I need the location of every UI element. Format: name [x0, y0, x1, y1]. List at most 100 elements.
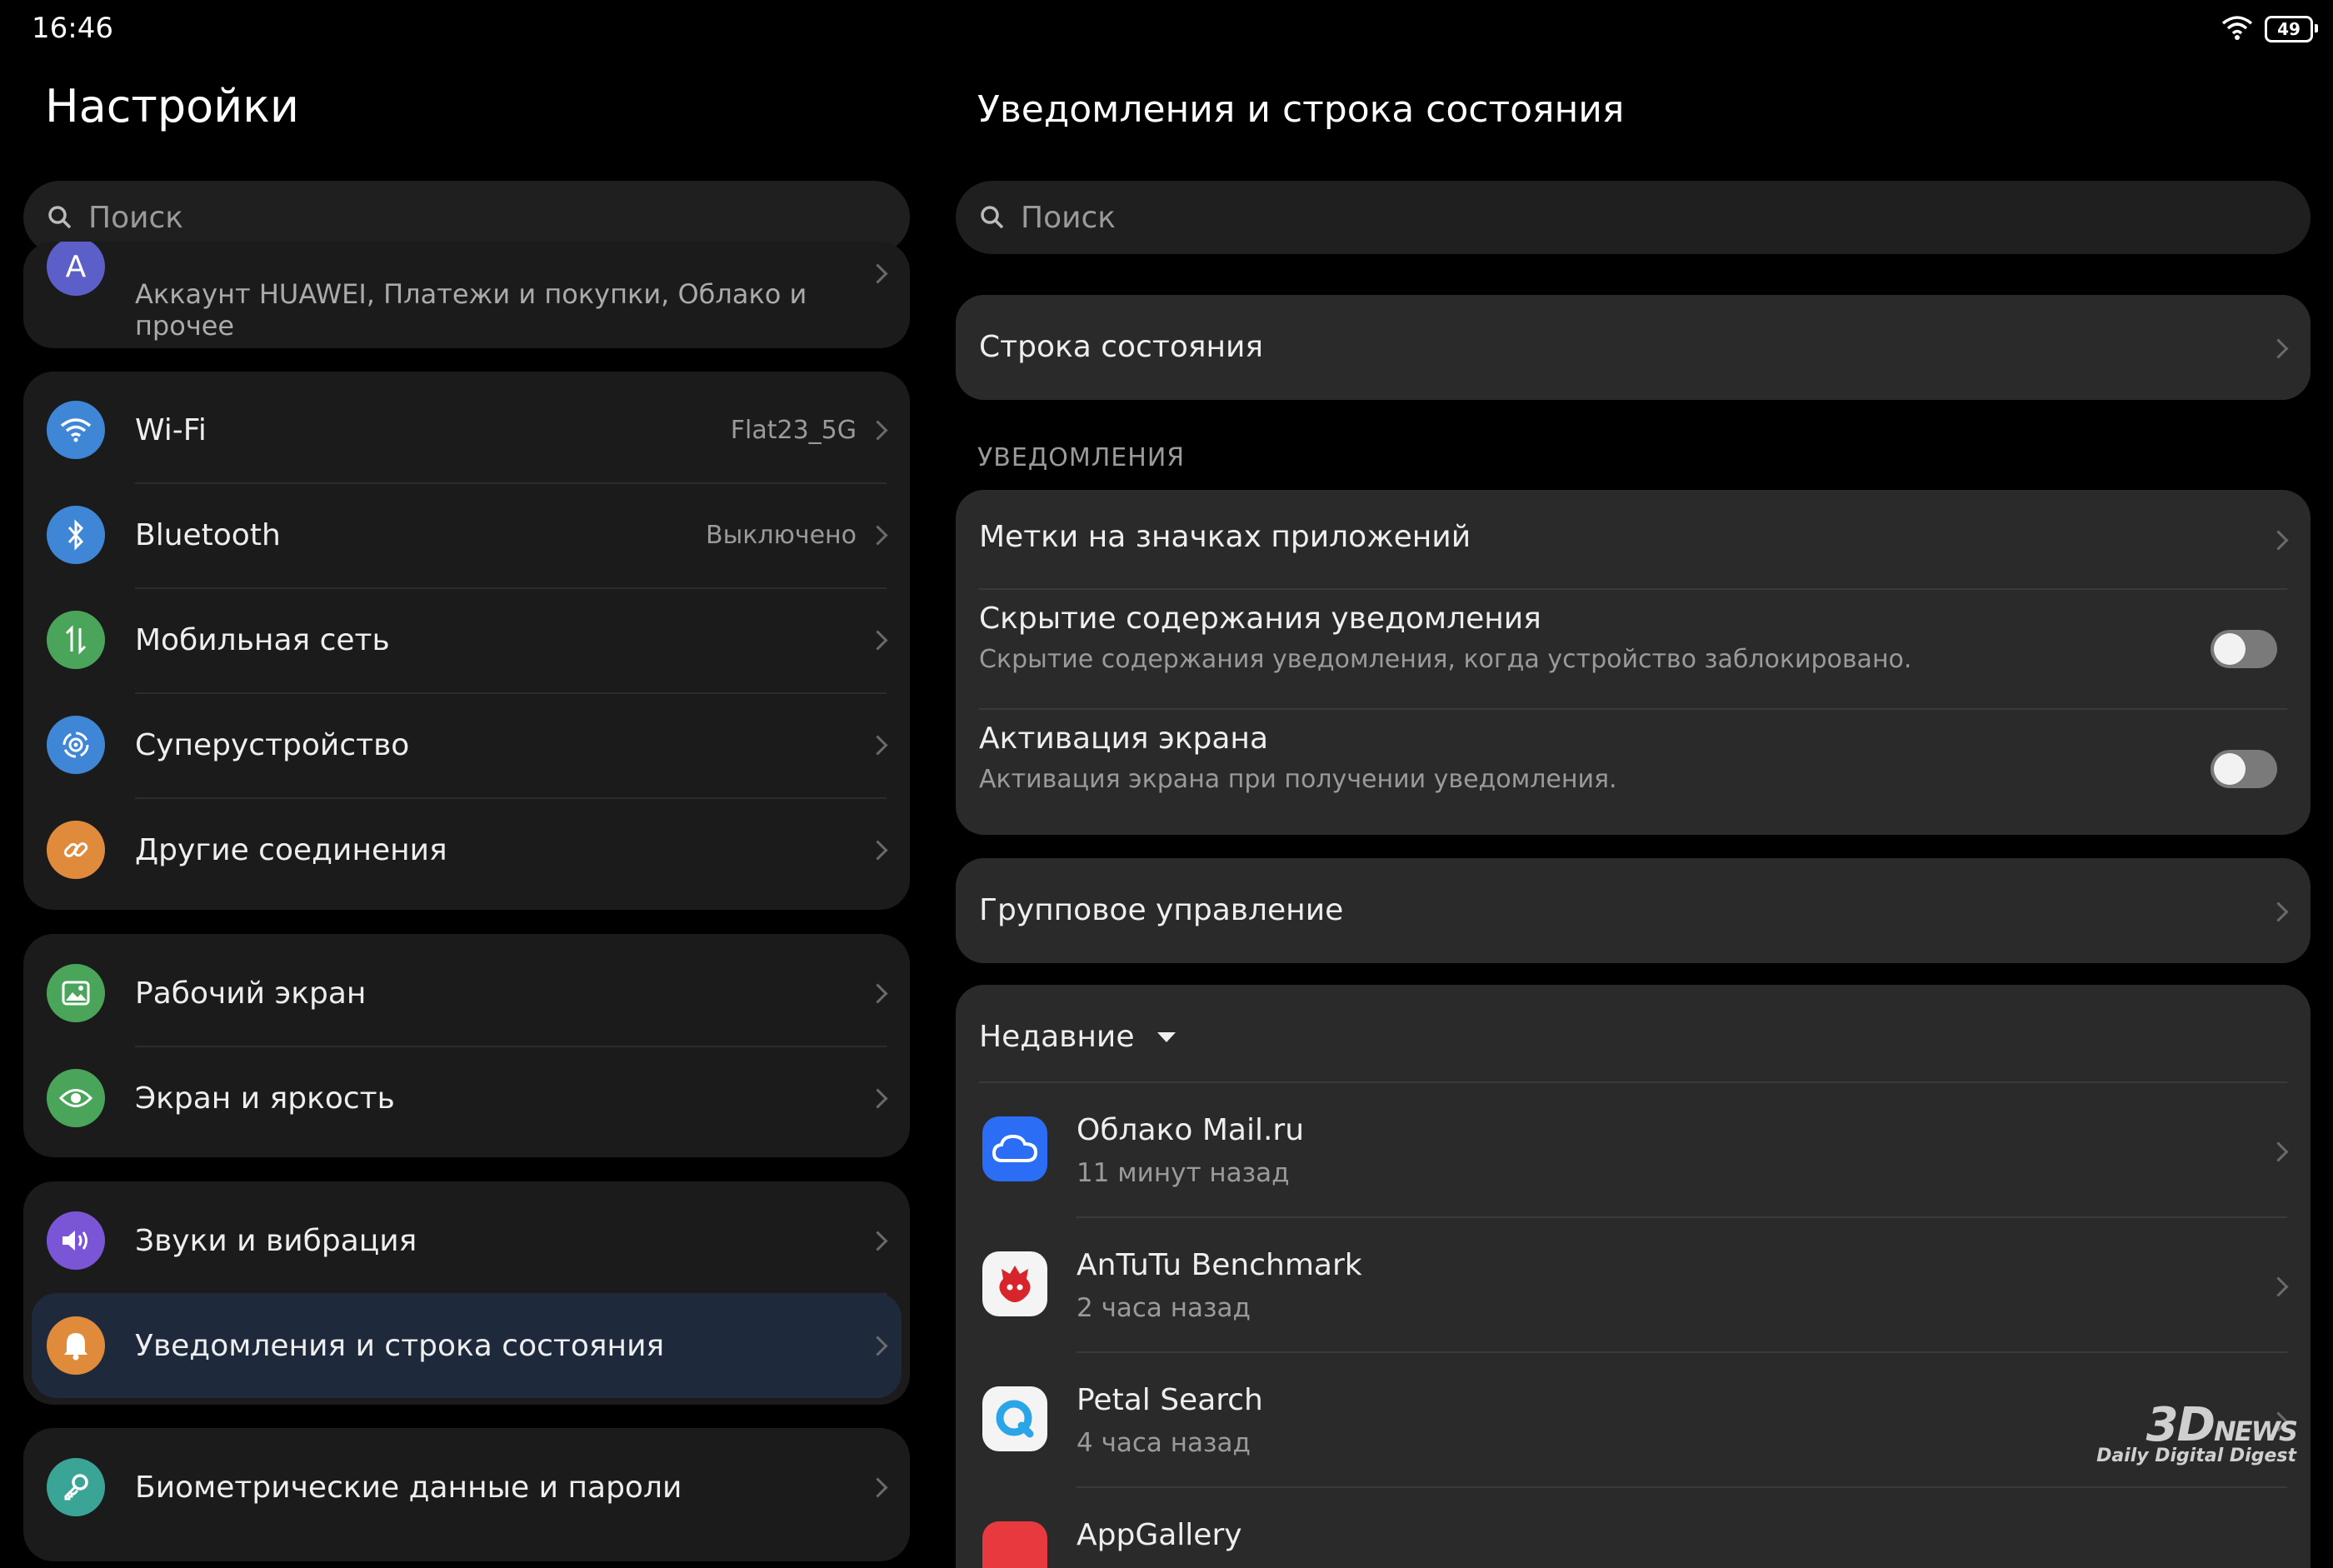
app-time: 2 часа назад — [1077, 1293, 1251, 1323]
search-placeholder: Поиск — [88, 200, 184, 235]
sidebar-item-mobile-network[interactable]: Мобильная сеть — [23, 587, 910, 692]
chevron-right-icon — [867, 629, 888, 651]
battery-level: 49 — [2277, 19, 2301, 39]
wake-screen-row: Активация экрана Активация экрана при по… — [956, 710, 2311, 833]
recent-app-row[interactable]: AnTuTu Benchmark 2 часа назад — [956, 1218, 2311, 1351]
recent-filter-label: Недавние — [979, 1020, 1135, 1054]
search-placeholder: Поиск — [1021, 200, 1117, 235]
sidebar-item-label: Суперустройство — [135, 727, 410, 762]
wifi-icon — [47, 401, 105, 459]
recent-apps-card: Недавние Облако Mail.ru 11 минут назад A… — [956, 985, 2311, 1568]
app-name: Облако Mail.ru — [1077, 1113, 1305, 1147]
account-avatar: A — [47, 242, 105, 296]
battery-icon: 49 — [2265, 16, 2318, 42]
status-icons: 49 — [2221, 15, 2318, 43]
sidebar-item-sounds[interactable]: Звуки и вибрация — [23, 1188, 910, 1293]
status-bar-label: Строка состояния — [979, 330, 1264, 364]
sidebar-item-label: Мобильная сеть — [135, 622, 390, 657]
watermark-tagline: Daily Digital Digest — [2096, 1446, 2296, 1466]
chevron-right-icon — [2268, 1276, 2289, 1297]
sidebar-item-display-brightness[interactable]: Экран и яркость — [23, 1046, 910, 1151]
sidebar-item-label: Рабочий экран — [135, 976, 367, 1011]
status-clock: 16:46 — [32, 12, 113, 45]
sidebar-item-label: Другие соединения — [135, 832, 447, 867]
wake-screen-toggle[interactable] — [2211, 750, 2277, 788]
sidebar-item-superdevice[interactable]: Суперустройство — [23, 692, 910, 797]
sidebar-item-home-screen[interactable]: Рабочий экран — [23, 941, 910, 1046]
chevron-right-icon — [2268, 338, 2289, 359]
caret-down-icon — [1157, 1031, 1176, 1042]
app-name: Petal Search — [1077, 1383, 1263, 1417]
sidebar-item-notifications[interactable]: Уведомления и строка состояния — [32, 1293, 902, 1398]
app-time: 4 часа назад — [1077, 1428, 1251, 1458]
sidebar-item-label: Звуки и вибрация — [135, 1223, 417, 1258]
petal-search-icon — [982, 1386, 1047, 1451]
watermark-brand: 3D — [2146, 1398, 2216, 1452]
chevron-right-icon — [867, 839, 888, 861]
account-card[interactable]: A Аккаунт HUAWEI, Платежи и покупки, Обл… — [23, 242, 910, 348]
superdevice-icon — [47, 716, 105, 774]
wifi-network-value: Flat23_5G — [730, 415, 857, 445]
sound-notifications-group: Звуки и вибрация Уведомления и строка со… — [23, 1181, 910, 1405]
app-badges-label: Метки на значках приложений — [979, 520, 1471, 554]
chevron-right-icon — [867, 1335, 888, 1356]
sidebar-item-label: Уведомления и строка состояния — [135, 1328, 665, 1363]
connectivity-group: Wi-Fi Flat23_5G Bluetooth Выключено Моби… — [23, 372, 910, 910]
antutu-icon — [982, 1251, 1047, 1316]
chevron-right-icon — [867, 524, 888, 546]
chevron-right-icon — [867, 734, 888, 756]
account-subtitle: Аккаунт HUAWEI, Платежи и покупки, Облак… — [135, 278, 807, 342]
sidebar-item-wifi[interactable]: Wi-Fi Flat23_5G — [23, 377, 910, 482]
chevron-right-icon — [867, 1087, 888, 1109]
key-icon — [47, 1458, 105, 1516]
sidebar-item-label: Wi-Fi — [135, 412, 207, 447]
group-management-row[interactable]: Групповое управление — [956, 858, 2311, 963]
hide-content-title: Скрытие содержания уведомления — [979, 602, 1541, 636]
bell-icon — [47, 1316, 105, 1375]
wake-screen-title: Активация экрана — [979, 722, 1269, 756]
chevron-right-icon — [2268, 530, 2289, 551]
home-screen-icon — [47, 964, 105, 1022]
status-bar-row[interactable]: Строка состояния — [956, 295, 2311, 400]
group-management-label: Групповое управление — [979, 893, 1344, 927]
link-icon — [47, 821, 105, 879]
notifications-section-header: УВЕДОМЛЕНИЯ — [977, 443, 1186, 472]
recent-app-row[interactable]: Облако Mail.ru 11 минут назад — [956, 1083, 2311, 1216]
app-name: AppGallery — [1077, 1518, 1242, 1552]
chevron-right-icon — [867, 1476, 888, 1498]
sidebar-item-other-connections[interactable]: Другие соединения — [23, 797, 910, 902]
search-icon — [48, 206, 72, 229]
sidebar-item-label: Биометрические данные и пароли — [135, 1470, 682, 1505]
hide-content-row: Скрытие содержания уведомления Скрытие с… — [956, 590, 2311, 708]
appgallery-icon — [982, 1521, 1047, 1568]
bluetooth-icon — [47, 506, 105, 564]
sidebar-item-bluetooth[interactable]: Bluetooth Выключено — [23, 482, 910, 587]
bluetooth-status-value: Выключено — [706, 520, 857, 550]
hide-content-subtitle: Скрытие содержания уведомления, когда ус… — [979, 645, 1912, 674]
watermark-brand-suffix: NEWS — [2214, 1416, 2298, 1447]
app-name: AnTuTu Benchmark — [1077, 1248, 1362, 1282]
watermark-logo: 3DNEWS Daily Digital Digest — [2096, 1398, 2298, 1466]
sidebar-item-biometrics[interactable]: Биометрические данные и пароли — [23, 1435, 910, 1540]
recent-app-row[interactable]: AppGallery — [956, 1488, 2311, 1568]
chevron-right-icon — [2268, 901, 2289, 922]
chevron-right-icon — [2268, 1141, 2289, 1162]
mobile-data-icon — [47, 611, 105, 669]
recent-filter-dropdown[interactable]: Недавние — [979, 1020, 1177, 1054]
hide-content-toggle[interactable] — [2211, 630, 2277, 668]
security-group: Биометрические данные и пароли — [23, 1428, 910, 1561]
eye-icon — [47, 1069, 105, 1127]
page-title: Настройки — [45, 80, 299, 132]
sidebar-item-label: Bluetooth — [135, 517, 281, 552]
chevron-right-icon — [867, 982, 888, 1004]
display-group: Рабочий экран Экран и яркость — [23, 934, 910, 1157]
wake-screen-subtitle: Активация экрана при получении уведомлен… — [979, 765, 1617, 794]
app-badges-row[interactable]: Метки на значках приложений — [956, 490, 2311, 588]
notifications-search-input[interactable]: Поиск — [956, 181, 2311, 254]
detail-title: Уведомления и строка состояния — [977, 88, 1625, 131]
sound-icon — [47, 1211, 105, 1270]
chevron-right-icon — [867, 419, 888, 441]
wifi-signal-icon — [2221, 15, 2253, 43]
mail-cloud-icon — [982, 1116, 1047, 1181]
notifications-settings-card: Метки на значках приложений Скрытие соде… — [956, 490, 2311, 835]
